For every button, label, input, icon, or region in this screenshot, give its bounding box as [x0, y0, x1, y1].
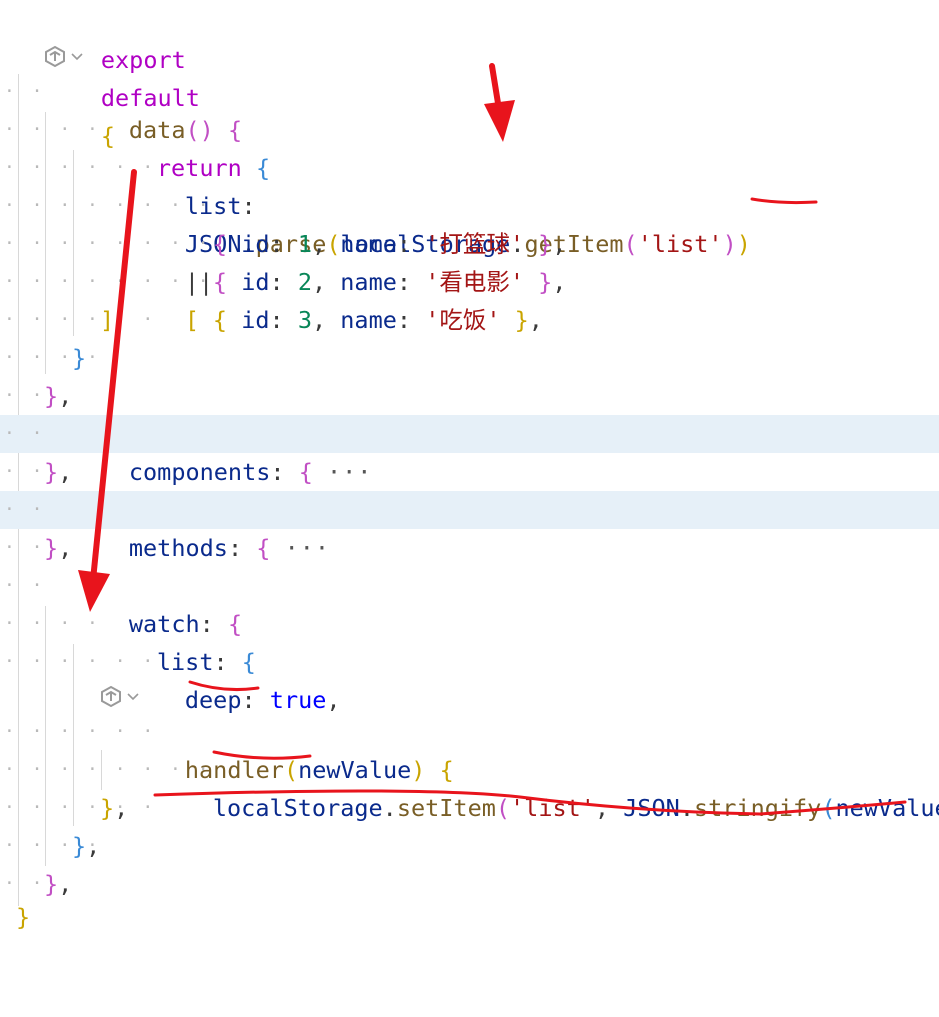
- code-line[interactable]: · · · · · · ]: [0, 301, 939, 339]
- code-line[interactable]: · · data() {: [0, 73, 939, 144]
- boolean-true: true: [269, 686, 327, 714]
- whitespace-dots: · ·: [4, 499, 46, 520]
- sparkle-assist-icon[interactable]: [98, 683, 124, 709]
- keyword-export: export: [100, 46, 186, 74]
- chevron-down-icon[interactable]: [126, 689, 140, 703]
- code-line[interactable]: · · · · return {: [0, 111, 939, 182]
- code-line[interactable]: · · · · }: [0, 339, 939, 377]
- code-line[interactable]: · · · · · · handler(newValue) {: [0, 713, 939, 784]
- whitespace-dots: · ·: [4, 575, 46, 596]
- folded-region-methods[interactable]: · · methods: { ···: [0, 491, 939, 562]
- whitespace-dots: · ·: [4, 385, 46, 406]
- whitespace-dots: · · · ·: [4, 347, 101, 368]
- whitespace-dots: · ·: [4, 81, 46, 102]
- whitespace-dots: · · · · · ·: [4, 309, 157, 330]
- code-line[interactable]: · · },: [0, 453, 939, 491]
- code-line[interactable]: · · watch: {: [0, 567, 939, 638]
- whitespace-dots: · · · · · ·: [4, 797, 157, 818]
- code-line[interactable]: · · · · · · },: [0, 789, 939, 827]
- chevron-down-icon[interactable]: [70, 49, 84, 63]
- code-line[interactable]: · · · · list: {: [0, 605, 939, 676]
- code-line[interactable]: · · · · },: [0, 827, 939, 865]
- code-line[interactable]: · · },: [0, 529, 939, 567]
- code-line[interactable]: · · · · · · · · localStorage.setItem('li…: [0, 751, 939, 822]
- code-line[interactable]: · · · · · · list: JSON.parse(localStorag…: [0, 149, 939, 334]
- code-line[interactable]: · · · · · · · · { id: 2, name: '看电影' },: [0, 225, 939, 296]
- code-lens[interactable]: [98, 681, 140, 711]
- code-line[interactable]: · · · · · · · · { id: 1, name: '打篮球' },: [0, 187, 939, 258]
- whitespace-dots: · ·: [4, 423, 46, 444]
- code-line[interactable]: · · · · · · deep: true,: [0, 643, 939, 714]
- code-line[interactable]: }: [0, 898, 939, 936]
- code-lens[interactable]: [42, 41, 84, 71]
- folded-region-components[interactable]: · · components: { ···: [0, 415, 939, 486]
- sparkle-assist-icon[interactable]: [42, 43, 68, 69]
- whitespace-dots: · ·: [4, 537, 46, 558]
- code-line[interactable]: · · · · · · · · { id: 3, name: '吃饭' },: [0, 263, 939, 334]
- code-editor[interactable]: export default { · · data() { · · · · re…: [0, 0, 939, 931]
- code-line[interactable]: export default {: [0, 3, 939, 150]
- whitespace-dots: · ·: [4, 461, 46, 482]
- code-line[interactable]: · · },: [0, 377, 939, 415]
- property-deep: deep: [184, 686, 242, 714]
